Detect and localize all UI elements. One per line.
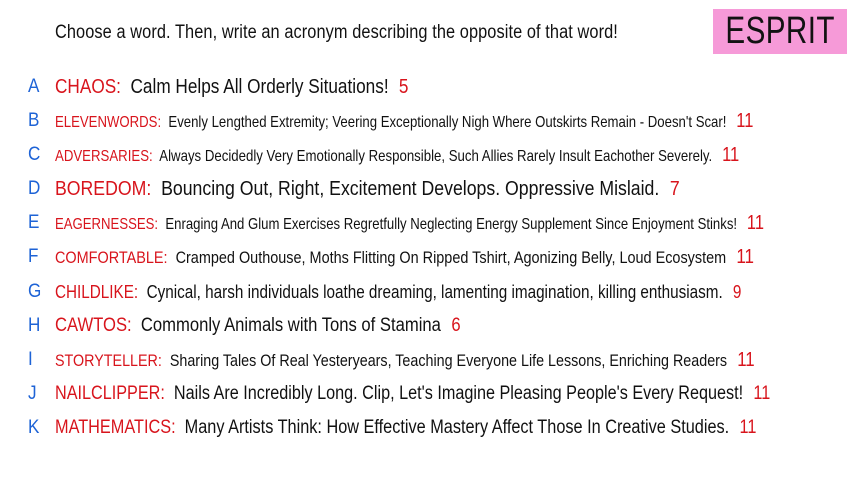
row-acronym: Cynical, harsh individuals loathe dreami… bbox=[146, 281, 723, 302]
answer-row: K MATHEMATICS: Many Artists Think: How E… bbox=[0, 415, 853, 441]
row-letter: C bbox=[28, 144, 41, 165]
row-acronym: Cramped Outhouse, Moths Flitting On Ripp… bbox=[175, 247, 727, 267]
answer-row: G CHILDLIKE: Cynical, harsh individuals … bbox=[0, 279, 853, 305]
row-acronym: Calm Helps All Orderly Situations! bbox=[130, 75, 389, 98]
row-letter: F bbox=[28, 246, 39, 267]
row-line: ELEVENWORDS: Evenly Lengthed Extremity; … bbox=[55, 109, 754, 132]
row-line: ADVERSARIES: Always Decidedly Very Emoti… bbox=[55, 143, 740, 166]
row-line: BOREDOM: Bouncing Out, Right, Excitement… bbox=[55, 177, 680, 200]
row-letter: K bbox=[28, 417, 40, 438]
row-acronym: Commonly Animals with Tons of Stamina bbox=[140, 315, 441, 336]
row-line: MATHEMATICS: Many Artists Think: How Eff… bbox=[55, 417, 757, 438]
row-letter: B bbox=[28, 110, 40, 131]
answer-list: A CHAOS: Calm Helps All Orderly Situatio… bbox=[0, 0, 853, 480]
row-letter: A bbox=[28, 76, 40, 97]
answer-row: H CAWTOS: Commonly Animals with Tons of … bbox=[0, 313, 853, 339]
row-line: EAGERNESSES: Enraging And Glum Exercises… bbox=[55, 211, 764, 234]
row-word: NAILCLIPPER bbox=[55, 383, 161, 404]
row-line: NAILCLIPPER: Nails Are Incredibly Long. … bbox=[55, 383, 771, 404]
row-count: 6 bbox=[451, 315, 461, 336]
answer-row: D BOREDOM: Bouncing Out, Right, Exciteme… bbox=[0, 176, 853, 202]
row-letter: G bbox=[28, 281, 42, 302]
row-count: 11 bbox=[739, 417, 757, 438]
row-count: 7 bbox=[669, 177, 680, 200]
row-word: MATHEMATICS bbox=[55, 417, 172, 438]
row-word: CHILDLIKE bbox=[55, 281, 134, 302]
answer-row: E EAGERNESSES: Enraging And Glum Exercis… bbox=[0, 210, 853, 236]
answer-row: I STORYTELLER: Sharing Tales Of Real Yes… bbox=[0, 347, 853, 373]
row-acronym: Many Artists Think: How Effective Master… bbox=[184, 417, 730, 438]
row-letter: H bbox=[28, 315, 41, 336]
row-count: 11 bbox=[722, 143, 740, 166]
row-letter: D bbox=[28, 178, 41, 199]
row-line: CHAOS: Calm Helps All Orderly Situations… bbox=[55, 75, 409, 98]
row-letter: E bbox=[28, 212, 40, 233]
row-acronym: Nails Are Incredibly Long. Clip, Let's I… bbox=[173, 383, 744, 404]
row-acronym: Always Decidedly Very Emotionally Respon… bbox=[159, 147, 713, 165]
row-word: STORYTELLER bbox=[55, 350, 158, 370]
row-word: EAGERNESSES bbox=[55, 215, 155, 233]
row-count: 5 bbox=[398, 75, 409, 98]
row-line: STORYTELLER: Sharing Tales Of Real Yeste… bbox=[55, 348, 755, 371]
row-count: 11 bbox=[737, 348, 755, 371]
row-count: 11 bbox=[746, 211, 764, 234]
row-word: BOREDOM bbox=[55, 177, 147, 200]
row-acronym: Bouncing Out, Right, Excitement Develops… bbox=[161, 177, 660, 200]
answer-row: J NAILCLIPPER: Nails Are Incredibly Long… bbox=[0, 381, 853, 407]
row-word: ELEVENWORDS bbox=[55, 113, 158, 131]
row-count: 9 bbox=[732, 281, 742, 302]
row-letter: I bbox=[28, 349, 33, 370]
row-count: 11 bbox=[753, 383, 771, 404]
row-letter: J bbox=[28, 383, 37, 404]
row-word: COMFORTABLE bbox=[55, 247, 164, 267]
answer-row: A CHAOS: Calm Helps All Orderly Situatio… bbox=[0, 74, 853, 100]
row-count: 11 bbox=[736, 109, 754, 132]
row-acronym: Sharing Tales Of Real Yesteryears, Teach… bbox=[169, 350, 728, 370]
row-line: CAWTOS: Commonly Animals with Tons of St… bbox=[55, 315, 461, 336]
row-line: CHILDLIKE: Cynical, harsh individuals lo… bbox=[55, 281, 742, 302]
row-line: COMFORTABLE: Cramped Outhouse, Moths Fli… bbox=[55, 245, 754, 268]
row-count: 11 bbox=[736, 245, 754, 268]
row-acronym: Evenly Lengthed Extremity; Veering Excep… bbox=[168, 113, 727, 131]
row-word: CAWTOS bbox=[55, 315, 128, 336]
row-acronym: Enraging And Glum Exercises Regretfully … bbox=[165, 215, 738, 233]
answer-row: B ELEVENWORDS: Evenly Lengthed Extremity… bbox=[0, 108, 853, 134]
row-word: CHAOS bbox=[55, 75, 117, 98]
answer-row: C ADVERSARIES: Always Decidedly Very Emo… bbox=[0, 142, 853, 168]
row-word: ADVERSARIES bbox=[55, 147, 150, 165]
answer-row: F COMFORTABLE: Cramped Outhouse, Moths F… bbox=[0, 244, 853, 270]
